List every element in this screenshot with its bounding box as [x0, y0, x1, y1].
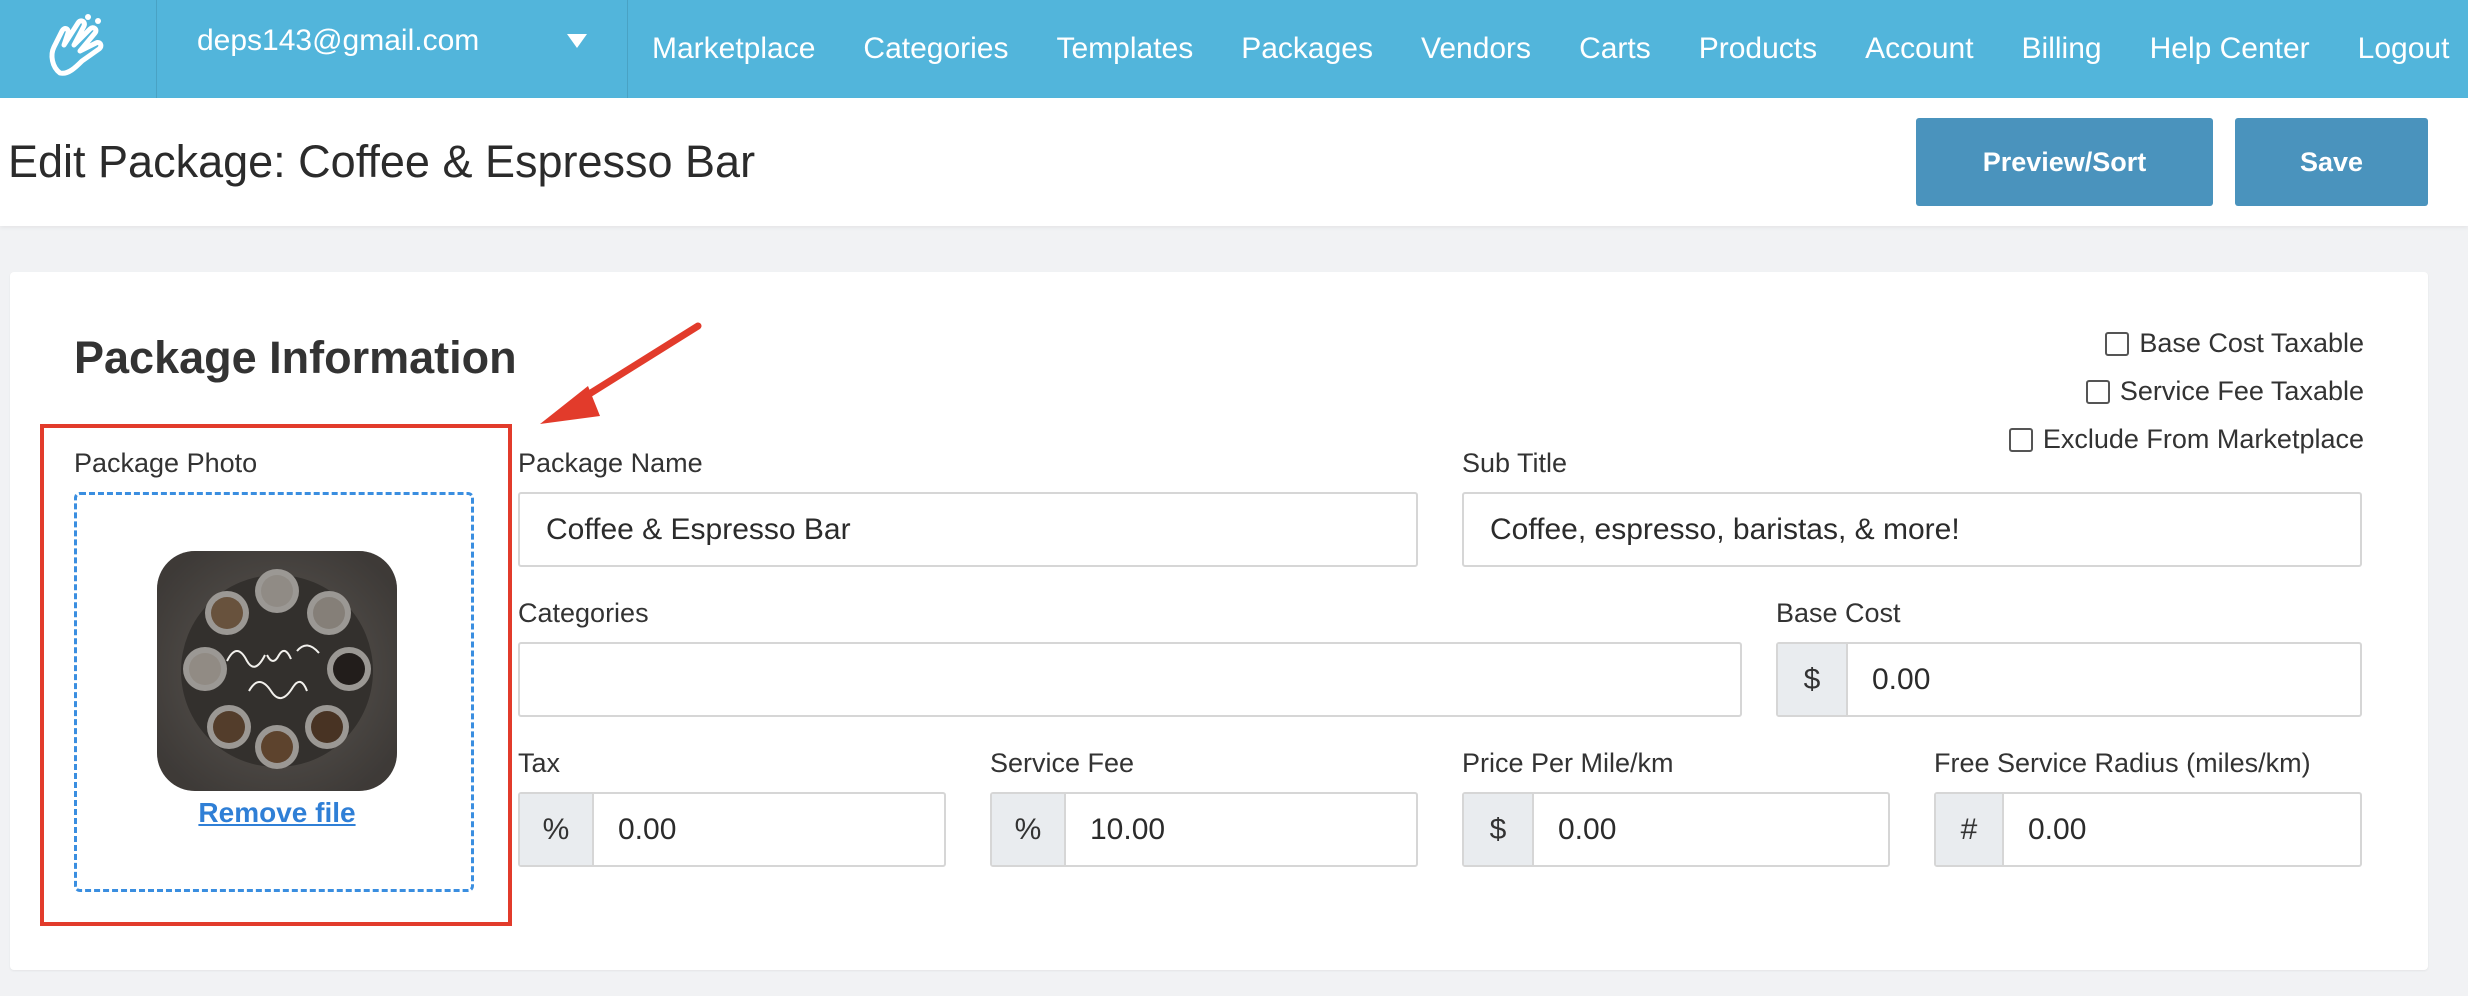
- checkbox[interactable]: [2008, 427, 2033, 452]
- save-button[interactable]: Save: [2235, 118, 2428, 206]
- package-information-card: Package Information Base Cost Taxable Se…: [10, 272, 2428, 970]
- package-name-label: Package Name: [518, 448, 703, 478]
- top-navbar: deps143@gmail.com Marketplace Categories…: [0, 0, 2468, 98]
- checkbox-exclude-from-marketplace[interactable]: Exclude From Marketplace: [2008, 424, 2364, 455]
- dollar-prefix: $: [1464, 794, 1534, 865]
- service-fee-label: Service Fee: [990, 748, 1135, 778]
- nav-billing[interactable]: Billing: [2022, 32, 2102, 66]
- package-photo-thumbnail: [157, 551, 397, 791]
- nav-templates[interactable]: Templates: [1056, 32, 1193, 66]
- categories-input[interactable]: [518, 642, 1742, 717]
- nav-account[interactable]: Account: [1865, 32, 1973, 66]
- price-per-mile-label: Price Per Mile/km: [1462, 748, 1674, 778]
- checkbox-service-fee-taxable[interactable]: Service Fee Taxable: [2085, 376, 2364, 407]
- account-email: deps143@gmail.com: [197, 24, 480, 57]
- page-header: Edit Package: Coffee & Espresso Bar Prev…: [0, 98, 2468, 226]
- percent-prefix: %: [520, 794, 594, 865]
- nav-marketplace[interactable]: Marketplace: [652, 32, 815, 66]
- section-title: Package Information: [74, 332, 517, 383]
- remove-file-link[interactable]: Remove file: [77, 797, 477, 829]
- hash-prefix: #: [1936, 794, 2004, 865]
- base-cost-input[interactable]: 0.00: [1848, 644, 2360, 715]
- checkbox-label: Service Fee Taxable: [2119, 376, 2364, 406]
- sub-title-label: Sub Title: [1462, 448, 1568, 478]
- nav-logout[interactable]: Logout: [2358, 32, 2450, 66]
- base-cost-label: Base Cost: [1776, 598, 1901, 628]
- checkbox-label: Exclude From Marketplace: [2042, 424, 2364, 454]
- checkbox-base-cost-taxable[interactable]: Base Cost Taxable: [2105, 328, 2364, 359]
- logo[interactable]: [0, 0, 157, 98]
- service-fee-input-group: % 10.00: [990, 792, 1418, 867]
- free-service-radius-input-group: # 0.00: [1934, 792, 2362, 867]
- checkbox[interactable]: [2105, 331, 2130, 356]
- nav-carts[interactable]: Carts: [1579, 32, 1651, 66]
- percent-prefix: %: [992, 794, 1066, 865]
- red-arrow-annotation: [540, 322, 702, 424]
- tax-input-group: % 0.00: [518, 792, 946, 867]
- price-per-mile-input-group: $ 0.00: [1462, 792, 1890, 867]
- dollar-prefix: $: [1778, 644, 1848, 715]
- service-fee-input[interactable]: 10.00: [1066, 794, 1416, 865]
- price-per-mile-input[interactable]: 0.00: [1534, 794, 1888, 865]
- nav-vendors[interactable]: Vendors: [1421, 32, 1531, 66]
- package-name-input[interactable]: Coffee & Espresso Bar: [518, 492, 1418, 567]
- base-cost-input-group: $ 0.00: [1776, 642, 2362, 717]
- checkbox-label: Base Cost Taxable: [2139, 328, 2364, 358]
- tax-input[interactable]: 0.00: [594, 794, 944, 865]
- checkbox[interactable]: [2085, 379, 2110, 404]
- free-service-radius-input[interactable]: 0.00: [2004, 794, 2360, 865]
- nav-products[interactable]: Products: [1699, 32, 1817, 66]
- hand-logo-icon: [49, 14, 104, 76]
- chevron-down-icon: [567, 34, 587, 48]
- categories-label: Categories: [518, 598, 649, 628]
- free-service-radius-label: Free Service Radius (miles/km): [1934, 748, 2311, 778]
- page-title: Edit Package: Coffee & Espresso Bar: [8, 136, 756, 187]
- package-photo-label: Package Photo: [74, 448, 258, 478]
- nav-help-center[interactable]: Help Center: [2150, 32, 2310, 66]
- account-dropdown[interactable]: deps143@gmail.com: [157, 0, 628, 98]
- photo-dropzone[interactable]: Remove file: [74, 492, 474, 892]
- nav-categories[interactable]: Categories: [863, 32, 1008, 66]
- sub-title-input[interactable]: Coffee, espresso, baristas, & more!: [1462, 492, 2362, 567]
- preview-sort-button[interactable]: Preview/Sort: [1916, 118, 2213, 206]
- nav-packages[interactable]: Packages: [1241, 32, 1373, 66]
- nav-links: Marketplace Categories Templates Package…: [652, 0, 2449, 98]
- tax-label: Tax: [518, 748, 561, 778]
